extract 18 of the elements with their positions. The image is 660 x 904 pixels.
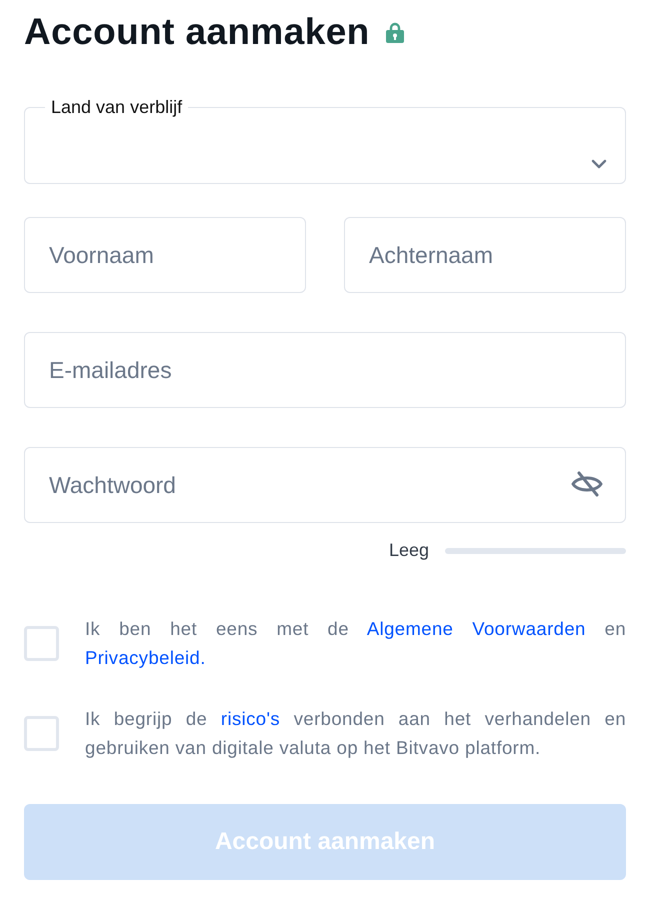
first-name-field[interactable]: Voornaam [24, 217, 306, 293]
country-select[interactable]: Land van verblijf [24, 97, 626, 184]
agreement-text: Ik ben het eens met de Algemene Voorwaarden en Privacybeleid. [85, 617, 626, 670]
checkbox[interactable] [24, 716, 59, 750]
agreement-text: Ik begrijp de risico's verbonden aan het verhandelen en gebruiken van digitale valuta op het Bitvavo platform. [85, 707, 626, 760]
chevron-down-icon [591, 159, 607, 169]
lock-icon [386, 22, 404, 42]
checkbox[interactable] [24, 626, 59, 660]
field-label: Land van verblijf [50, 97, 184, 117]
password-field[interactable]: Wachtwoord [24, 447, 626, 523]
eye-slash-icon[interactable] [570, 471, 604, 497]
email-field[interactable]: E-mailadres [24, 332, 626, 408]
strength-label: Leeg [388, 539, 429, 562]
text-link[interactable]: Algemene Voorwaarden [366, 618, 586, 639]
text-link[interactable]: Privacybeleid. [85, 647, 206, 668]
text-link[interactable]: risico's [220, 708, 280, 729]
last-name-field[interactable]: Achternaam [344, 217, 626, 293]
page-title: Account aanmaken [24, 10, 370, 54]
